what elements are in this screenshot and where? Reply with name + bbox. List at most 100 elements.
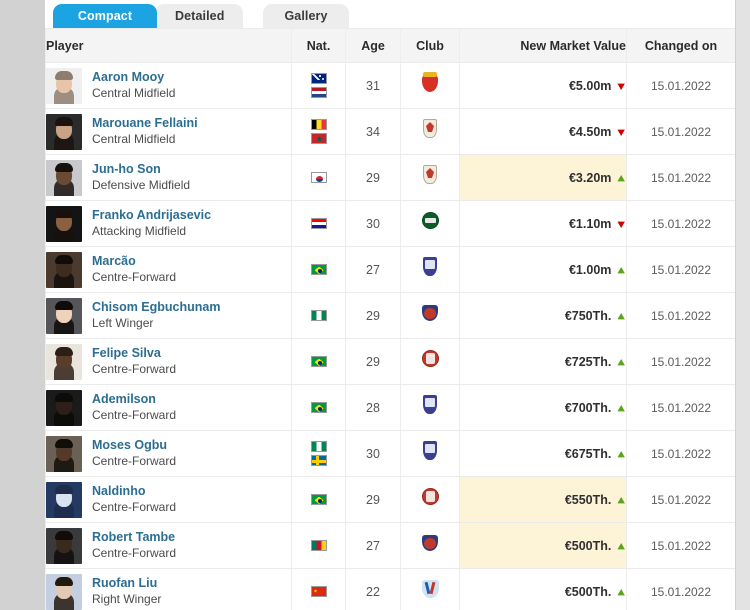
player-cell: Felipe Silva Centre-Forward bbox=[45, 338, 292, 385]
table-row[interactable]: Marouane Fellaini Central Midfield 34 €4.50… bbox=[45, 108, 736, 155]
club-crest-icon[interactable] bbox=[419, 255, 441, 279]
avatar[interactable] bbox=[46, 527, 82, 564]
changed-on-cell: 15.01.2022 bbox=[626, 200, 736, 247]
club-crest-icon[interactable] bbox=[419, 301, 441, 325]
club-crest-icon[interactable] bbox=[419, 577, 441, 601]
avatar[interactable] bbox=[46, 435, 82, 472]
avatar[interactable] bbox=[46, 389, 82, 426]
player-cell: Marcão Centre-Forward bbox=[45, 246, 292, 293]
player-cell: Ruofan Liu Right Winger bbox=[45, 568, 292, 610]
table-row[interactable]: Ruofan Liu Right Winger 22 €500Th. ⯅ 15.01.20… bbox=[45, 568, 736, 610]
changed-on-cell: 15.01.2022 bbox=[626, 568, 736, 610]
column-header-age[interactable]: Age bbox=[345, 28, 401, 63]
age-cell: 30 bbox=[345, 430, 401, 477]
table-header: Player Nat. Age Club New Market Value Ch… bbox=[45, 28, 736, 63]
tab-gallery[interactable]: Gallery bbox=[263, 4, 349, 28]
age-cell: 29 bbox=[345, 476, 401, 523]
market-value-cell: €675Th. ⯅ bbox=[459, 430, 627, 477]
market-value-text: €675Th. bbox=[564, 446, 612, 461]
club-crest-icon[interactable] bbox=[419, 117, 441, 141]
nationality-cell bbox=[291, 246, 346, 293]
table-row[interactable]: Jun-ho Son Defensive Midfield 29 €3.20m ⯅ 15.… bbox=[45, 154, 736, 201]
avatar[interactable] bbox=[46, 251, 82, 288]
club-cell bbox=[400, 154, 460, 201]
table-row[interactable]: Moses Ogbu Centre-Forward 30 €675Th. ⯅ 15.01.… bbox=[45, 430, 736, 477]
player-name-link[interactable]: Chisom Egbuchunam bbox=[92, 300, 220, 316]
player-position: Centre-Forward bbox=[92, 361, 177, 376]
market-value-cell: €550Th. ⯅ bbox=[459, 476, 627, 523]
avatar[interactable] bbox=[46, 481, 82, 518]
column-header-market-value[interactable]: New Market Value bbox=[459, 28, 627, 63]
market-value-text: €1.10m bbox=[568, 216, 612, 231]
flag-icon bbox=[310, 586, 327, 597]
club-crest-icon[interactable] bbox=[419, 163, 441, 187]
page-scrollbar[interactable] bbox=[735, 0, 750, 610]
arrow-up-icon: ⯅ bbox=[616, 539, 626, 554]
table-row[interactable]: Chisom Egbuchunam Left Winger 29 €750Th. ⯅ 15… bbox=[45, 292, 736, 339]
club-crest-icon[interactable] bbox=[419, 531, 441, 555]
column-header-player[interactable]: Player bbox=[45, 28, 292, 63]
nationality-cell bbox=[291, 200, 346, 247]
table-row[interactable]: Marcão Centre-Forward 27 €1.00m ⯅ 15.01.2022 bbox=[45, 246, 736, 293]
table-row[interactable]: Felipe Silva Centre-Forward 29 €725Th. ⯅ 15.0… bbox=[45, 338, 736, 385]
player-name-link[interactable]: Moses Ogbu bbox=[92, 438, 176, 454]
arrow-down-icon: ⯆ bbox=[616, 217, 626, 232]
club-crest-icon[interactable] bbox=[419, 347, 441, 371]
club-cell bbox=[400, 384, 460, 431]
flag-icon bbox=[310, 73, 327, 84]
club-cell bbox=[400, 568, 460, 610]
age-cell: 27 bbox=[345, 246, 401, 293]
avatar[interactable] bbox=[46, 113, 82, 150]
avatar[interactable] bbox=[46, 67, 82, 104]
player-name-link[interactable]: Ruofan Liu bbox=[92, 576, 161, 592]
table-row[interactable]: Aaron Mooy Central Midfield 31 €5.00m ⯆ 15.01… bbox=[45, 62, 736, 109]
column-header-nationality[interactable]: Nat. bbox=[291, 28, 346, 63]
view-mode-tabs: Gallery Detailed Compact bbox=[45, 0, 735, 28]
market-value-text: €700Th. bbox=[564, 400, 612, 415]
column-header-club[interactable]: Club bbox=[400, 28, 460, 63]
player-name-link[interactable]: Ademilson bbox=[92, 392, 176, 408]
table-row[interactable]: Robert Tambe Centre-Forward 27 €500Th. ⯅ 15.0… bbox=[45, 522, 736, 569]
avatar[interactable] bbox=[46, 573, 82, 610]
player-position: Centre-Forward bbox=[92, 545, 177, 560]
tab-compact[interactable]: Compact bbox=[53, 4, 157, 28]
table-row[interactable]: Franko Andrijasevic Attacking Midfield 30 €… bbox=[45, 200, 736, 247]
table-row[interactable]: Naldinho Centre-Forward 29 €550Th. ⯅ 15.01.20… bbox=[45, 476, 736, 523]
player-name-link[interactable]: Naldinho bbox=[92, 484, 176, 500]
player-name-link[interactable]: Jun-ho Son bbox=[92, 162, 190, 178]
player-position: Centre-Forward bbox=[92, 407, 177, 422]
age-cell: 28 bbox=[345, 384, 401, 431]
flag-icon bbox=[310, 119, 327, 130]
player-name-link[interactable]: Franko Andrijasevic bbox=[92, 208, 211, 224]
age-cell: 22 bbox=[345, 568, 401, 610]
nationality-cell bbox=[291, 292, 346, 339]
avatar[interactable] bbox=[46, 343, 82, 380]
market-value-cell: €5.00m ⯆ bbox=[459, 62, 627, 109]
player-name-link[interactable]: Felipe Silva bbox=[92, 346, 176, 362]
avatar[interactable] bbox=[46, 297, 82, 334]
player-position: Attacking Midfield bbox=[92, 223, 187, 238]
player-name-link[interactable]: Aaron Mooy bbox=[92, 70, 175, 86]
club-crest-icon[interactable] bbox=[419, 71, 441, 95]
avatar[interactable] bbox=[46, 159, 82, 196]
tab-detailed[interactable]: Detailed bbox=[155, 4, 243, 28]
player-cell: Ademilson Centre-Forward bbox=[45, 384, 292, 431]
player-name-link[interactable]: Marcão bbox=[92, 254, 176, 270]
table-body: Aaron Mooy Central Midfield 31 €5.00m ⯆ 15.01… bbox=[45, 62, 736, 610]
club-cell bbox=[400, 108, 460, 155]
avatar[interactable] bbox=[46, 205, 82, 242]
club-crest-icon[interactable] bbox=[419, 485, 441, 509]
column-header-changed-on[interactable]: Changed on bbox=[626, 28, 736, 63]
table-row[interactable]: Ademilson Centre-Forward 28 €700Th. ⯅ 15.01.2… bbox=[45, 384, 736, 431]
changed-on-cell: 15.01.2022 bbox=[626, 154, 736, 201]
club-crest-icon[interactable] bbox=[419, 393, 441, 417]
age-cell: 29 bbox=[345, 154, 401, 201]
changed-on-cell: 15.01.2022 bbox=[626, 476, 736, 523]
player-name-link[interactable]: Robert Tambe bbox=[92, 530, 176, 546]
flag-icon bbox=[310, 455, 327, 466]
market-value-cell: €750Th. ⯅ bbox=[459, 292, 627, 339]
player-cell: Franko Andrijasevic Attacking Midfield bbox=[45, 200, 292, 247]
club-crest-icon[interactable] bbox=[419, 439, 441, 463]
club-crest-icon[interactable] bbox=[419, 209, 441, 233]
player-name-link[interactable]: Marouane Fellaini bbox=[92, 116, 198, 132]
